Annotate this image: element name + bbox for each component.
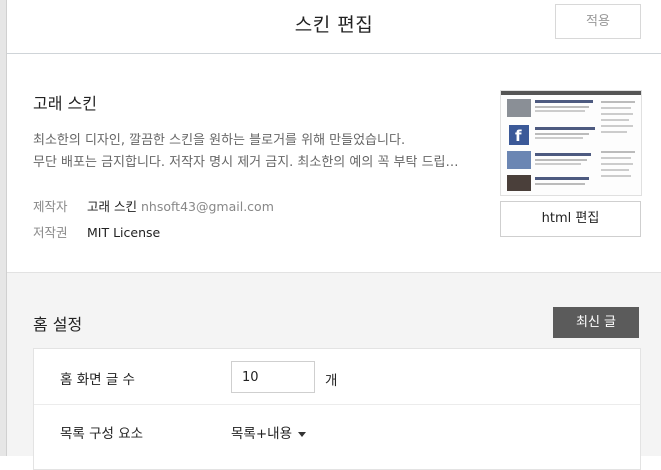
list-element-row: 목록 구성 요소 목록+내용 [34,405,640,460]
license-value: MIT License [87,225,161,240]
home-settings-panel: 홈 화면 글 수 개 목록 구성 요소 목록+내용 [33,348,641,470]
post-count-input[interactable] [231,361,315,393]
author-label: 제작자 [33,199,68,214]
html-edit-button[interactable]: html 편집 [500,201,641,237]
skin-description-line-2: 무단 배포는 금지합니다. 저작자 명시 제거 금지. 최소한의 예의 꼭 부탁… [33,155,459,170]
post-count-unit: 개 [325,373,338,389]
license-row: 저작권 MIT License [33,222,160,241]
caret-down-icon [298,431,306,437]
list-element-value: 목록+내용 [231,426,292,442]
skin-preview-thumbnail: f [500,90,642,196]
post-count-label: 홈 화면 글 수 [60,372,135,388]
author-row: 제작자 고래 스킨 nhsoft43@gmail.com [33,196,274,215]
home-settings-section: 홈 설정 최신 글 홈 화면 글 수 개 목록 구성 요소 목록+내용 [7,273,661,470]
author-email: nhsoft43@gmail.com [140,199,274,214]
author-name: 고래 스킨 [87,199,137,214]
skin-description-line-1: 최소한의 디자인, 깔끔한 스킨을 원하는 블로거를 위해 만들었습니다. [33,133,406,148]
latest-posts-button[interactable]: 최신 글 [553,307,639,338]
license-label: 저작권 [33,225,68,240]
preview-image: f [507,99,635,191]
home-settings-title: 홈 설정 [33,315,83,334]
preview-top-bar [501,91,641,95]
list-element-select[interactable]: 목록+내용 [231,422,306,442]
list-element-label: 목록 구성 요소 [60,426,144,442]
left-frame-edge [0,0,7,456]
skin-info-section: 고래 스킨 최소한의 디자인, 깔끔한 스킨을 원하는 블로거를 위해 만들었습… [7,54,661,273]
apply-button[interactable]: 적용 [555,4,641,39]
post-count-row: 홈 화면 글 수 개 [34,349,640,405]
svg-text:f: f [515,127,522,145]
top-header: 스킨 편집 적용 [7,0,661,54]
skin-description: 최소한의 디자인, 깔끔한 스킨을 원하는 블로거를 위해 만들었습니다. 무단… [33,130,473,174]
skin-name: 고래 스킨 [33,94,97,113]
